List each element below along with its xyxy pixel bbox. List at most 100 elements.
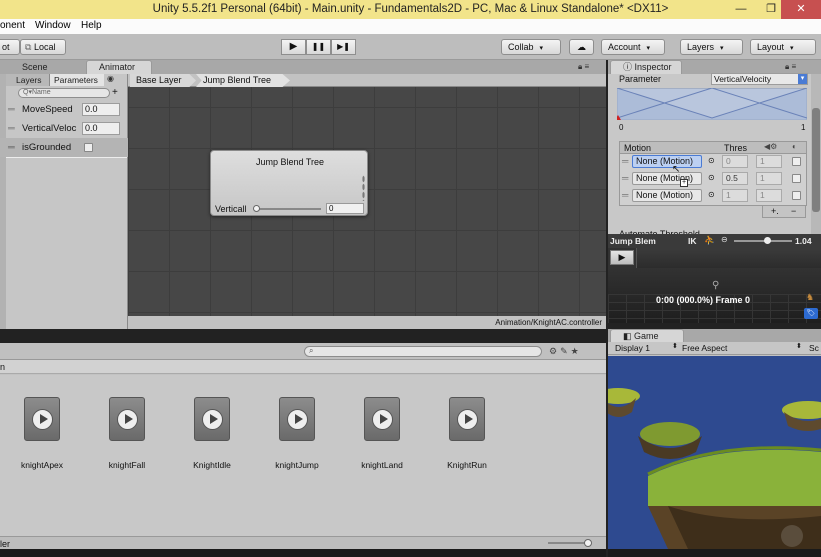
- speed-input[interactable]: 1: [756, 189, 782, 202]
- project-filter-icons[interactable]: ⚙✎★: [549, 346, 582, 357]
- clip-label[interactable]: knightApex: [2, 460, 82, 470]
- breadcrumb-jump-blend-tree[interactable]: Jump Blend Tree: [196, 74, 290, 87]
- threshold-input[interactable]: 1: [722, 189, 748, 202]
- motion-field[interactable]: None (Motion): [632, 189, 702, 202]
- motion-row[interactable]: ═ None (Motion) ⊙ 0 1: [620, 155, 806, 170]
- drag-handle-icon[interactable]: ═: [8, 142, 15, 153]
- chevron-down-icon: ▾: [646, 45, 651, 52]
- drag-handle-icon[interactable]: ═: [8, 104, 15, 115]
- tab-scene[interactable]: Scene: [10, 60, 80, 75]
- preview-play-button[interactable]: ▶: [610, 250, 634, 265]
- node-slider-thumb[interactable]: [253, 205, 260, 212]
- game-icon: ◧: [623, 331, 635, 341]
- play-icon: [40, 414, 48, 424]
- isgrounded-checkbox[interactable]: [84, 143, 93, 152]
- motion-row[interactable]: ═ None (Motion) ⊙ 1 1: [620, 189, 806, 204]
- menu-window[interactable]: Window: [35, 20, 71, 31]
- add-motion-button[interactable]: +.: [771, 206, 779, 216]
- tab-inspector[interactable]: ⓘ Inspector: [610, 60, 682, 74]
- parameter-dropdown[interactable]: VerticalVelocity ▾: [711, 73, 808, 85]
- parameter-value-input[interactable]: 0.0: [82, 122, 120, 135]
- game-viewport[interactable]: [608, 356, 821, 549]
- clip-label[interactable]: knightFall: [87, 460, 167, 470]
- menu-component[interactable]: onent: [0, 20, 25, 31]
- collab-button[interactable]: Collab ▾: [501, 39, 561, 55]
- avatar-icon[interactable]: ⛹: [704, 235, 715, 246]
- animation-clip-icon[interactable]: [364, 397, 400, 441]
- asset-label-icon[interactable]: 🏷︎: [804, 308, 818, 319]
- subtab-layers[interactable]: Layers: [6, 74, 50, 86]
- mirror-checkbox[interactable]: [792, 174, 801, 183]
- drag-handle-icon[interactable]: ═: [8, 123, 15, 134]
- animation-clip-icon[interactable]: [449, 397, 485, 441]
- mirror-checkbox[interactable]: [792, 157, 801, 166]
- pivot-button[interactable]: ot: [0, 39, 20, 55]
- range-min: 0: [619, 123, 624, 132]
- icon-size-slider-thumb[interactable]: [584, 539, 592, 547]
- play-icon: [380, 414, 388, 424]
- cloud-button[interactable]: ☁: [569, 39, 594, 55]
- lock-icon[interactable]: 🔒︎ ≡: [578, 62, 589, 72]
- motion-field[interactable]: None (Motion): [632, 172, 702, 185]
- project-search-input[interactable]: ⌕: [304, 346, 542, 357]
- clip-label[interactable]: knightLand: [342, 460, 422, 470]
- menu-help[interactable]: Help: [81, 20, 102, 31]
- display-dropdown[interactable]: Display 1: [615, 343, 650, 353]
- inspector-scrollbar-thumb[interactable]: [812, 108, 820, 212]
- layers-dropdown[interactable]: Layers ▾: [680, 39, 743, 55]
- clip-label[interactable]: KnightIdle: [172, 460, 252, 470]
- node-slider-track[interactable]: [255, 208, 321, 210]
- motion-row[interactable]: ═ None (Motion) ⊙ 0.5 1: [620, 172, 806, 187]
- preview-speed-slider[interactable]: [734, 240, 792, 242]
- minimize-button[interactable]: —: [728, 0, 754, 19]
- play-button[interactable]: ▶: [281, 39, 306, 55]
- breadcrumb-base-layer[interactable]: Base Layer: [130, 74, 196, 87]
- parameter-value-input[interactable]: 0.0: [82, 103, 120, 116]
- parameter-row[interactable]: ═ MoveSpeed 0.0: [4, 100, 126, 119]
- inspector-lock-icon[interactable]: 🔒︎ ≡: [785, 62, 796, 72]
- animation-clip-icon[interactable]: [109, 397, 145, 441]
- preview-scrubber[interactable]: [636, 248, 821, 268]
- ik-toggle[interactable]: IK: [688, 236, 697, 246]
- target-icon[interactable]: ⊙: [708, 156, 715, 165]
- parameter-search-input[interactable]: Q▾Name: [18, 88, 110, 98]
- subtab-parameters[interactable]: Parameters: [50, 74, 104, 86]
- preview-avatar-icon[interactable]: ♞: [806, 292, 814, 303]
- step-button[interactable]: ▶❚: [331, 39, 356, 55]
- aspect-dropdown[interactable]: Free Aspect: [682, 343, 727, 353]
- motion-field[interactable]: None (Motion): [632, 155, 702, 168]
- target-icon[interactable]: ⊙: [708, 173, 715, 182]
- speed-input[interactable]: 1: [756, 155, 782, 168]
- clip-label[interactable]: KnightRun: [427, 460, 507, 470]
- preview-viewport[interactable]: ⚲ 0:00 (000.0%) Frame 0 ♞ 🏷︎: [608, 268, 821, 323]
- pause-button[interactable]: ❚❚: [306, 39, 331, 55]
- drag-handle-icon[interactable]: ═: [622, 156, 628, 166]
- threshold-input[interactable]: 0: [722, 155, 748, 168]
- automate-threshold-label: Automate Threshold: [619, 229, 700, 234]
- local-button[interactable]: ⧉ Local: [20, 39, 66, 55]
- clip-label[interactable]: knightJump: [257, 460, 337, 470]
- layout-dropdown[interactable]: Layout ▾: [750, 39, 816, 55]
- parameter-row[interactable]: ═ VerticalVeloc 0.0: [4, 119, 126, 138]
- blend-tree-node[interactable]: Jump Blend Tree Verticall 0: [210, 150, 368, 216]
- remove-motion-button[interactable]: −: [791, 206, 796, 216]
- preview-speed-thumb[interactable]: [764, 237, 771, 244]
- animation-clip-icon[interactable]: [24, 397, 60, 441]
- tab-animator[interactable]: Animator: [86, 60, 152, 74]
- parameter-row-selected[interactable]: ═ isGrounded: [0, 138, 128, 157]
- eye-icon[interactable]: ◉: [107, 74, 114, 83]
- close-button[interactable]: ✕: [781, 0, 821, 19]
- add-parameter-button[interactable]: +: [112, 87, 118, 98]
- animation-clip-icon[interactable]: [194, 397, 230, 441]
- mirror-checkbox[interactable]: [792, 191, 801, 200]
- tab-game[interactable]: ◧ Game: [610, 329, 684, 342]
- target-icon[interactable]: ⊙: [708, 190, 715, 199]
- speed-input[interactable]: 1: [756, 172, 782, 185]
- threshold-input[interactable]: 0.5: [722, 172, 748, 185]
- node-value-input[interactable]: 0: [326, 203, 364, 214]
- animation-clip-icon[interactable]: [279, 397, 315, 441]
- drag-handle-icon[interactable]: ═: [622, 173, 628, 183]
- icon-size-slider[interactable]: [548, 542, 588, 544]
- account-dropdown[interactable]: Account ▾: [601, 39, 665, 55]
- drag-handle-icon[interactable]: ═: [622, 190, 628, 200]
